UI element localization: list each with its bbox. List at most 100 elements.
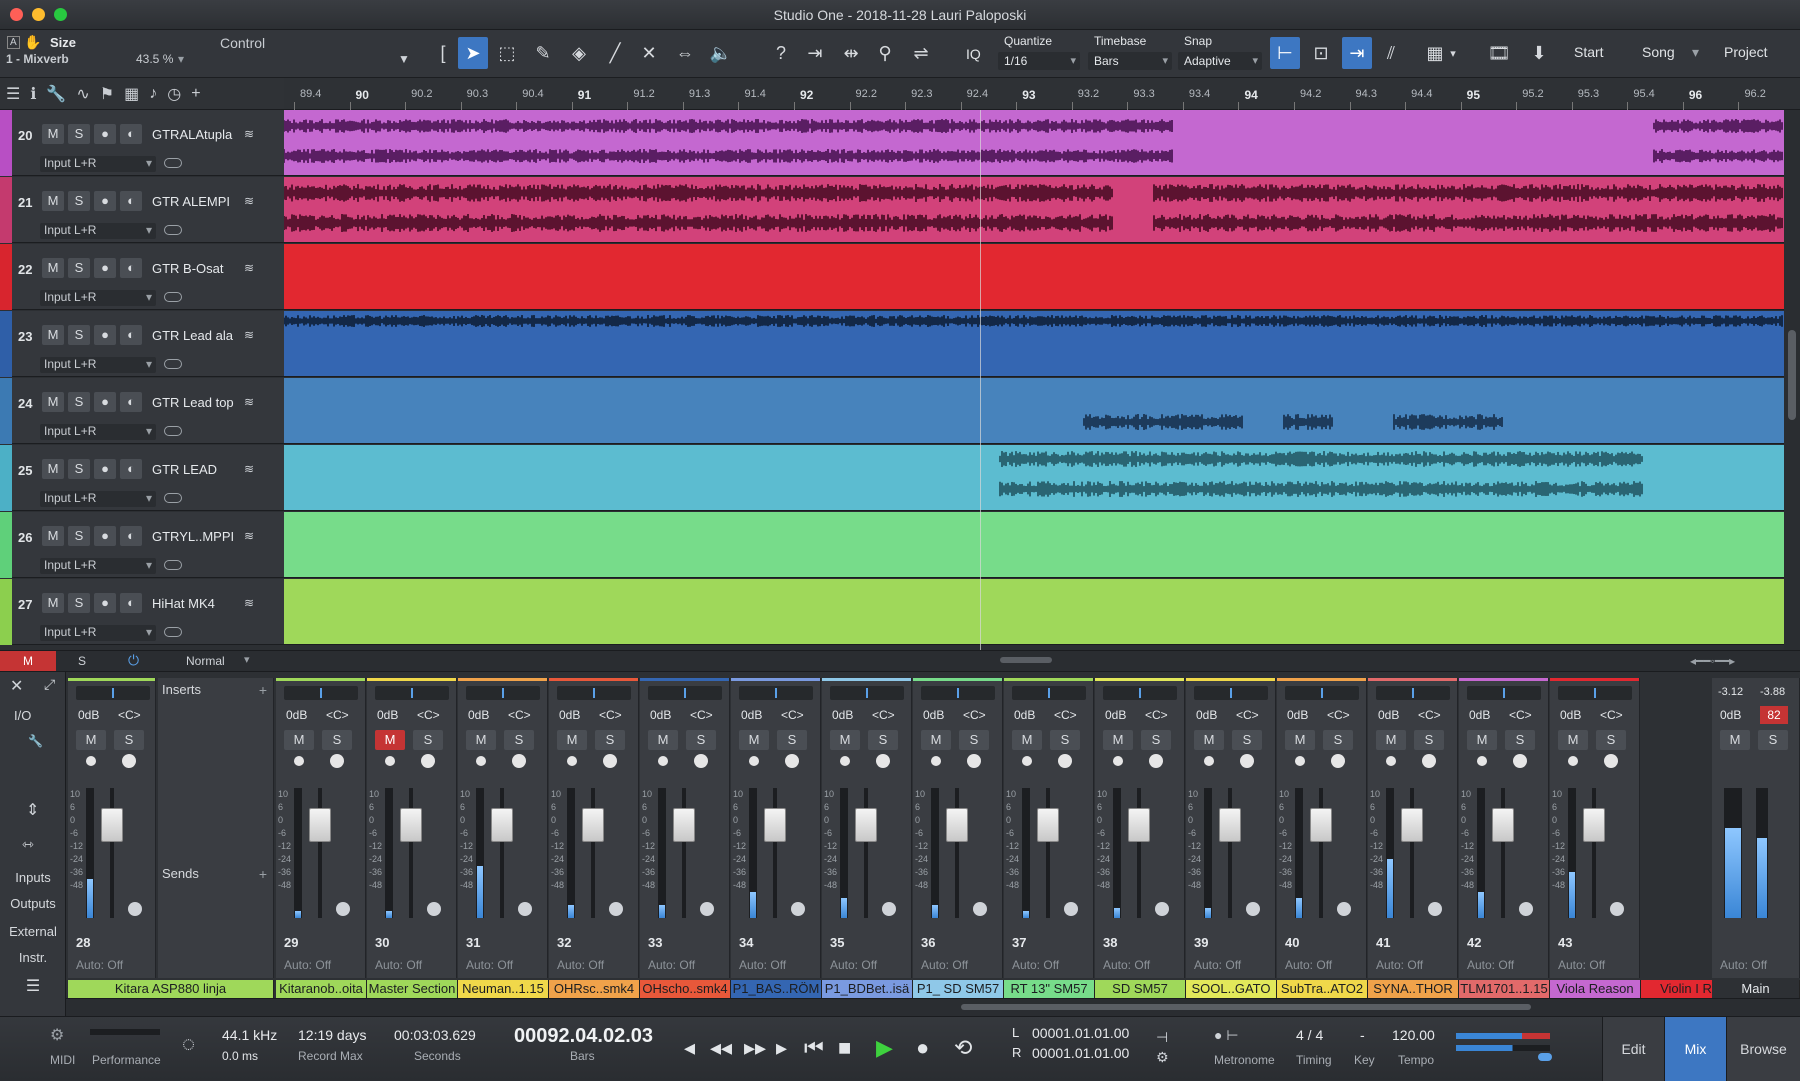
fader-handle[interactable] — [855, 808, 877, 842]
volume-readout[interactable]: 0dB — [1560, 708, 1581, 722]
track-solo-button[interactable]: S — [68, 392, 90, 412]
listen-tool-button[interactable]: 🔈 — [706, 37, 736, 69]
external-button[interactable]: External — [0, 924, 66, 939]
outputs-button[interactable]: Outputs — [0, 896, 66, 911]
track-name[interactable]: GTR Lead ala — [152, 328, 233, 343]
record-enable-icon[interactable] — [840, 756, 850, 766]
main-mute-button[interactable]: M — [1720, 730, 1750, 750]
waveform-icon[interactable]: ≋ — [244, 328, 254, 342]
volume-readout[interactable]: 0dB — [923, 708, 944, 722]
track-name[interactable]: GTR Lead top — [152, 395, 234, 410]
monitor-icon[interactable]: ◐ — [120, 593, 142, 613]
monitor-icon[interactable]: ◐ — [120, 325, 142, 345]
power-icon[interactable]: ⏻ — [128, 652, 139, 669]
channel-mute-button[interactable]: M — [557, 730, 587, 750]
mixer-channel-strip[interactable]: 0dB <C> M S 10 6 0 -6 -12 -24 -36 -48 37 Auto: Off — [1004, 678, 1094, 978]
track-color-bar[interactable] — [0, 244, 12, 310]
channel-name-label[interactable]: P1_BDBet..isä — [822, 980, 913, 998]
flag-icon[interactable]: ⚑ — [100, 84, 114, 104]
browse-tab[interactable]: Browse — [1726, 1017, 1800, 1081]
fader-handle[interactable] — [1310, 808, 1332, 842]
pan-knob-icon[interactable] — [700, 902, 714, 916]
pan-slider[interactable] — [1467, 686, 1541, 700]
track-lane[interactable] — [284, 110, 1784, 176]
channel-name-label[interactable]: SD SM57 — [1095, 980, 1186, 998]
mixer-channel-strip[interactable]: 0dB <C> M S 10 6 0 -6 -12 -24 -36 -48 39 Auto: Off — [1186, 678, 1276, 978]
automation-mode[interactable]: Auto: Off — [557, 958, 604, 972]
pan-slider[interactable] — [557, 686, 631, 700]
playhead-cursor[interactable] — [980, 110, 981, 650]
pan-knob-icon[interactable] — [128, 902, 142, 916]
monitor-enable-icon[interactable] — [1513, 754, 1527, 768]
automation-mode[interactable]: Auto: Off — [375, 958, 422, 972]
track-solo-button[interactable]: S — [68, 459, 90, 479]
channel-solo-button[interactable]: S — [595, 730, 625, 750]
record-enable-icon[interactable] — [1204, 756, 1214, 766]
channel-solo-button[interactable]: S — [413, 730, 443, 750]
automation-mode[interactable]: Auto: Off — [1103, 958, 1150, 972]
eraser-tool-button[interactable]: ◈ — [564, 37, 594, 69]
monitor-enable-icon[interactable] — [1149, 754, 1163, 768]
pan-readout[interactable]: <C> — [1509, 708, 1532, 722]
paint-tool-button[interactable]: ╱ — [600, 37, 630, 69]
io-button[interactable]: I/O — [0, 708, 66, 723]
mixer-channel-strip[interactable]: 0dB <C> M S 10 6 0 -6 -12 -24 -36 -48 40 Auto: Off — [1277, 678, 1367, 978]
track-mute-button[interactable]: M — [42, 526, 64, 546]
record-enable-icon[interactable] — [1477, 756, 1487, 766]
help-icon[interactable]: ? — [766, 37, 796, 69]
mixer-channel-strip[interactable]: 0dB <C> M S 10 6 0 -6 -12 -24 -36 -48 35 Auto: Off — [822, 678, 912, 978]
automation-mode[interactable]: Auto: Off — [739, 958, 786, 972]
track-header[interactable]: 22 M S ● ◐ GTR B-Osat ≋ Input L+R — [0, 244, 284, 310]
channel-name-label[interactable]: SYNA..THOR — [1368, 980, 1459, 998]
channel-mute-button[interactable]: M — [1376, 730, 1406, 750]
monitor-enable-icon[interactable] — [785, 754, 799, 768]
track-color-bar[interactable] — [0, 378, 12, 444]
loop-left-position[interactable]: 00001.01.01.00 — [1032, 1025, 1129, 1041]
channel-solo-button[interactable]: S — [1505, 730, 1535, 750]
mixer-channel-strip[interactable]: 0dB <C> M S 10 6 0 -6 -12 -24 -36 -48 28 Auto: Off — [68, 678, 156, 978]
previous-marker-icon[interactable]: ◂ — [684, 1035, 695, 1061]
monitor-enable-icon[interactable] — [122, 754, 136, 768]
channel-mute-button[interactable]: M — [1012, 730, 1042, 750]
inputs-button[interactable]: Inputs — [0, 870, 66, 885]
bend-tool-button[interactable]: ⇔ — [670, 37, 700, 69]
mixer-channel-strip[interactable]: 0dB <C> M S 10 6 0 -6 -12 -24 -36 -48 43 Auto: Off — [1550, 678, 1640, 978]
record-enable-icon[interactable] — [1113, 756, 1123, 766]
pan-readout[interactable]: <C> — [781, 708, 804, 722]
channel-name-label[interactable]: SubTra..ATO2 — [1277, 980, 1368, 998]
volume-readout[interactable]: 0dB — [832, 708, 853, 722]
channel-solo-button[interactable]: S — [322, 730, 352, 750]
track-solo-button[interactable]: S — [68, 526, 90, 546]
track-input-select[interactable]: Input L+R — [40, 424, 156, 440]
track-mode-dropdown[interactable]: Normal — [186, 654, 225, 668]
track-mute-button[interactable]: M — [42, 392, 64, 412]
track-lane[interactable] — [284, 244, 1784, 310]
seconds-display[interactable]: 00:03:03.629 — [394, 1027, 476, 1043]
channel-solo-button[interactable]: S — [1050, 730, 1080, 750]
pan-knob-icon[interactable] — [1428, 902, 1442, 916]
stop-icon[interactable]: ■ — [838, 1035, 851, 1061]
pan-knob-icon[interactable] — [427, 902, 441, 916]
pan-knob-icon[interactable] — [609, 902, 623, 916]
track-monitor-toggle[interactable] — [164, 493, 182, 503]
zoom-dropdown-icon[interactable]: ▾ — [178, 52, 184, 66]
pan-knob-icon[interactable] — [1064, 902, 1078, 916]
channel-solo-button[interactable]: S — [1141, 730, 1171, 750]
channel-solo-button[interactable]: S — [686, 730, 716, 750]
add-track-icon[interactable]: + — [191, 85, 200, 103]
info-icon[interactable]: ℹ — [30, 84, 36, 104]
mixer-channel-strip[interactable]: 0dB <C> M S 10 6 0 -6 -12 -24 -36 -48 36 Auto: Off — [913, 678, 1003, 978]
record-arm-icon[interactable]: ● — [94, 392, 116, 412]
pan-slider[interactable] — [1103, 686, 1177, 700]
song-dropdown-icon[interactable]: ▾ — [1692, 44, 1699, 61]
pan-slider[interactable] — [375, 686, 449, 700]
pan-knob-icon[interactable] — [973, 902, 987, 916]
track-solo-button[interactable]: S — [68, 258, 90, 278]
rewind-icon[interactable]: ◂◂ — [710, 1035, 732, 1061]
pan-readout[interactable]: <C> — [872, 708, 895, 722]
channel-mute-button[interactable]: M — [830, 730, 860, 750]
channel-solo-button[interactable]: S — [114, 730, 144, 750]
track-solo-button[interactable]: S — [68, 325, 90, 345]
pan-slider[interactable] — [76, 686, 150, 700]
layout-dropdown-icon[interactable]: ▾ — [1446, 37, 1460, 69]
